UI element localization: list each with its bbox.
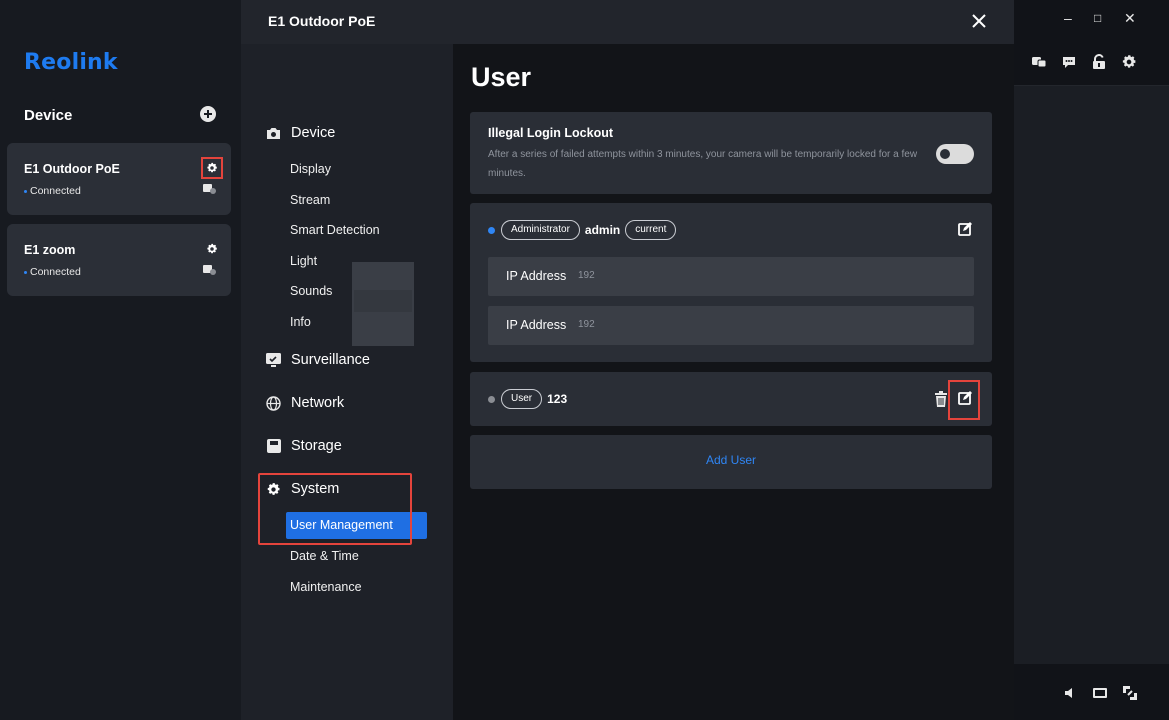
device-status: Connected — [24, 185, 81, 197]
unlock-icon[interactable] — [1091, 54, 1107, 70]
ip-label: IP Address — [506, 269, 567, 283]
edit-icon[interactable] — [957, 221, 973, 237]
nav-group-label: Storage — [291, 438, 342, 454]
redacted-area — [352, 262, 414, 346]
status-dot — [24, 189, 27, 193]
username: admin — [584, 223, 621, 237]
device-status-text: Connected — [30, 185, 81, 197]
toggle-knob — [940, 149, 950, 159]
modal-header: E1 Outdoor PoE — [241, 0, 1014, 44]
close-icon[interactable] — [968, 10, 990, 32]
ip-address-row: IP Address 192 — [488, 306, 974, 345]
speaker-icon[interactable] — [1062, 685, 1078, 701]
modal-title: E1 Outdoor PoE — [268, 13, 376, 29]
device-name: E1 Outdoor PoE — [24, 162, 120, 176]
settings-gear-icon[interactable] — [1121, 54, 1137, 70]
message-icon[interactable] — [1061, 54, 1077, 70]
fullscreen-icon[interactable] — [1122, 685, 1138, 701]
device-settings-gear-icon[interactable] — [201, 157, 223, 179]
user-header: User 123 — [488, 389, 572, 409]
login-lockout-panel: Illegal Login Lockout After a series of … — [470, 112, 992, 194]
nav-item-date-time[interactable]: Date & Time — [290, 549, 359, 563]
storage-icon — [265, 439, 282, 454]
nav-group-surveillance[interactable]: Surveillance — [265, 352, 370, 368]
device-status-text: Connected — [30, 266, 81, 278]
window-close-button[interactable]: ✕ — [1124, 10, 1136, 27]
nav-group-network[interactable]: Network — [265, 395, 344, 411]
system-highlight-box — [258, 473, 412, 545]
role-badge: User — [501, 389, 543, 409]
trash-icon[interactable] — [934, 391, 948, 407]
device-card-e1-outdoor-poe[interactable]: E1 Outdoor PoE Connected — [7, 143, 231, 215]
screen-icon[interactable] — [1092, 685, 1108, 701]
user-settings-content: User Illegal Login Lockout After a serie… — [453, 44, 1014, 720]
settings-nav: Device Display Stream Smart Detection Li… — [241, 44, 453, 720]
username: 123 — [547, 392, 568, 406]
user-card-admin: Administrator admin current IP Address 1… — [470, 203, 992, 362]
translate-icon[interactable] — [1031, 54, 1047, 70]
device-card-e1-zoom[interactable]: E1 zoom Connected — [7, 224, 231, 296]
edit-icon[interactable] — [957, 390, 973, 406]
globe-icon — [265, 395, 282, 411]
lockout-description: After a series of failed attempts within… — [488, 149, 918, 179]
nav-group-label: Network — [291, 395, 345, 411]
device-name: E1 zoom — [24, 243, 76, 257]
user-header: Administrator admin current — [488, 220, 677, 240]
nav-item-sounds[interactable]: Sounds — [290, 284, 332, 298]
add-device-icon[interactable] — [200, 106, 216, 122]
nav-item-stream[interactable]: Stream — [290, 193, 330, 207]
nav-item-info[interactable]: Info — [290, 315, 311, 329]
user-status-dot — [488, 395, 495, 403]
ip-label: IP Address — [506, 318, 567, 332]
user-status-dot — [488, 226, 495, 234]
device-heading: Device — [24, 107, 73, 124]
nav-group-storage[interactable]: Storage — [265, 438, 342, 454]
role-badge: Administrator — [501, 220, 580, 240]
nav-group-label: Surveillance — [291, 352, 370, 368]
current-badge: current — [625, 220, 677, 240]
nav-group-device[interactable]: Device — [265, 125, 335, 141]
status-dot — [24, 270, 27, 274]
camera-icon — [265, 126, 282, 141]
ip-address-row: IP Address 192 — [488, 257, 974, 296]
lockout-toggle[interactable] — [936, 144, 974, 164]
right-toolbar: – □ ✕ — [1014, 0, 1169, 720]
nav-group-label: Device — [291, 125, 336, 141]
right-toolbar-bottom — [1014, 664, 1169, 720]
device-sidebar: Reolink Device E1 Outdoor PoE Connected … — [0, 0, 241, 720]
minimize-button[interactable]: – — [1064, 10, 1072, 26]
lockout-title: Illegal Login Lockout — [488, 126, 613, 140]
monitor-icon — [265, 353, 282, 368]
add-user-button[interactable]: Add User — [470, 453, 992, 467]
nav-item-maintenance[interactable]: Maintenance — [290, 580, 362, 594]
device-settings-gear-icon[interactable] — [201, 238, 223, 260]
ip-value: 192 — [578, 270, 595, 281]
nav-item-smart-detection[interactable]: Smart Detection — [290, 223, 380, 237]
camera-online-icon — [203, 184, 216, 194]
add-user-panel[interactable]: Add User — [470, 435, 992, 489]
device-status: Connected — [24, 266, 81, 278]
nav-item-display[interactable]: Display — [290, 162, 331, 176]
maximize-button[interactable]: □ — [1094, 11, 1101, 25]
device-settings-modal: E1 Outdoor PoE Device Display Stream Sma… — [241, 0, 1014, 720]
right-toolbar-top: – □ ✕ — [1014, 0, 1169, 86]
camera-online-icon — [203, 265, 216, 275]
reolink-logo: Reolink — [24, 50, 118, 75]
page-title: User — [471, 62, 532, 92]
redacted-area-inner — [354, 290, 412, 312]
ip-value: 192 — [578, 319, 595, 330]
nav-item-light[interactable]: Light — [290, 254, 317, 268]
user-card-123: User 123 — [470, 372, 992, 426]
